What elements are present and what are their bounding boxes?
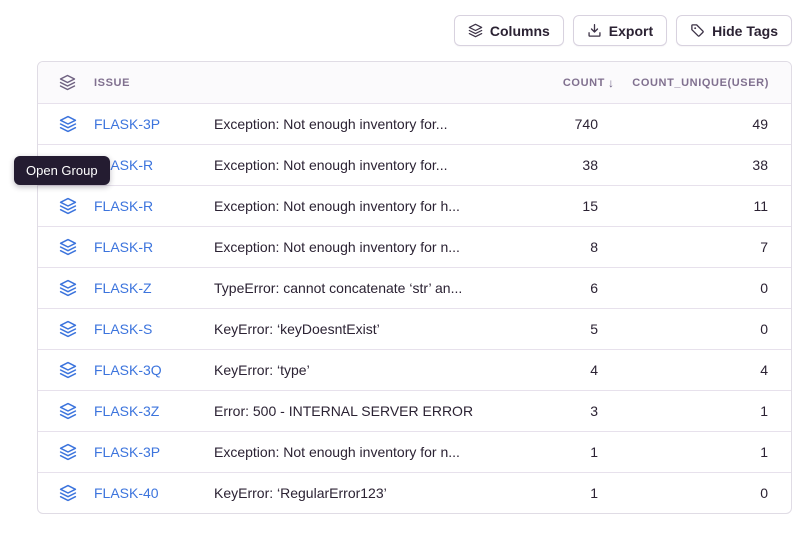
- toolbar: Columns Export Hide Tags: [454, 15, 792, 46]
- count-unique-value: 7: [614, 239, 791, 255]
- table-row: FLASK-R Exception: Not enough inventory …: [38, 185, 791, 226]
- issue-title: Exception: Not enough inventory for h...: [214, 198, 499, 214]
- open-group-icon[interactable]: [59, 279, 77, 297]
- open-group-tooltip: Open Group: [14, 156, 110, 185]
- table-row: FLASK-3Z Error: 500 - INTERNAL SERVER ER…: [38, 390, 791, 431]
- table-row: FLASK-R Exception: Not enough inventory …: [38, 226, 791, 267]
- open-group-icon[interactable]: [59, 238, 77, 256]
- count-unique-value: 49: [614, 116, 791, 132]
- issue-column-header[interactable]: ISSUE: [94, 77, 214, 89]
- open-group-icon[interactable]: [59, 115, 77, 133]
- issue-title: KeyError: ‘keyDoesntExist’: [214, 321, 499, 337]
- columns-button-label: Columns: [490, 23, 550, 39]
- count-value: 1: [499, 444, 614, 460]
- count-value: 1: [499, 485, 614, 501]
- issue-link[interactable]: FLASK-R: [94, 198, 214, 214]
- issue-title: KeyError: ‘RegularError123’: [214, 485, 499, 501]
- issue-title: Exception: Not enough inventory for n...: [214, 444, 499, 460]
- issue-link[interactable]: FLASK-3Z: [94, 403, 214, 419]
- export-button-label: Export: [609, 23, 653, 39]
- table-row: FLASK-3P Exception: Not enough inventory…: [38, 431, 791, 472]
- open-group-icon[interactable]: [59, 484, 77, 502]
- count-value: 6: [499, 280, 614, 296]
- issue-title: Exception: Not enough inventory for n...: [214, 239, 499, 255]
- issue-link[interactable]: FLASK-40: [94, 485, 214, 501]
- columns-stack-icon: [468, 23, 483, 38]
- count-value: 740: [499, 116, 614, 132]
- tag-icon: [690, 23, 705, 38]
- columns-button[interactable]: Columns: [454, 15, 564, 46]
- issue-title: Exception: Not enough inventory for...: [214, 116, 499, 132]
- open-group-icon[interactable]: [59, 320, 77, 338]
- count-value: 4: [499, 362, 614, 378]
- count-header-label: COUNT: [563, 77, 605, 89]
- issue-title: TypeError: cannot concatenate ‘str’ an..…: [214, 280, 499, 296]
- count-unique-value: 0: [614, 321, 791, 337]
- count-value: 15: [499, 198, 614, 214]
- issue-link[interactable]: FLASK-R: [94, 239, 214, 255]
- count-unique-value: 0: [614, 280, 791, 296]
- open-group-icon[interactable]: [59, 197, 77, 215]
- table-row: FLASK-3P Exception: Not enough inventory…: [38, 103, 791, 144]
- table-header-row: ISSUE COUNT ↓ COUNT_UNIQUE(USER): [38, 62, 791, 103]
- issue-title: KeyError: ‘type’: [214, 362, 499, 378]
- issue-link[interactable]: FLASK-3Q: [94, 362, 214, 378]
- issue-link[interactable]: FLASK-S: [94, 321, 214, 337]
- issue-link[interactable]: FLASK-Z: [94, 280, 214, 296]
- issue-link[interactable]: FLASK-3P: [94, 444, 214, 460]
- issue-link[interactable]: FLASK-R: [94, 157, 214, 173]
- table-row: FLASK-R Exception: Not enough inventory …: [38, 144, 791, 185]
- issues-table: ISSUE COUNT ↓ COUNT_UNIQUE(USER) FLASK-3…: [37, 61, 792, 514]
- count-unique-value: 0: [614, 485, 791, 501]
- count-value: 5: [499, 321, 614, 337]
- count-value: 3: [499, 403, 614, 419]
- count-unique-column-header[interactable]: COUNT_UNIQUE(USER): [614, 77, 791, 89]
- layers-icon: [59, 74, 76, 91]
- table-row: FLASK-S KeyError: ‘keyDoesntExist’ 5 0: [38, 308, 791, 349]
- open-group-icon[interactable]: [59, 443, 77, 461]
- export-download-icon: [587, 23, 602, 38]
- issue-title: Exception: Not enough inventory for...: [214, 157, 499, 173]
- issue-title: Error: 500 - INTERNAL SERVER ERROR: [214, 403, 499, 419]
- table-row: FLASK-40 KeyError: ‘RegularError123’ 1 0: [38, 472, 791, 513]
- issue-link[interactable]: FLASK-3P: [94, 116, 214, 132]
- export-button[interactable]: Export: [573, 15, 667, 46]
- table-row: FLASK-Z TypeError: cannot concatenate ‘s…: [38, 267, 791, 308]
- count-unique-value: 1: [614, 444, 791, 460]
- count-column-header[interactable]: COUNT ↓: [499, 76, 614, 90]
- table-row: FLASK-3Q KeyError: ‘type’ 4 4: [38, 349, 791, 390]
- count-unique-value: 4: [614, 362, 791, 378]
- open-group-icon[interactable]: [59, 361, 77, 379]
- count-unique-value: 1: [614, 403, 791, 419]
- header-icon-cell: [38, 74, 94, 91]
- count-unique-value: 11: [614, 198, 791, 214]
- count-unique-value: 38: [614, 157, 791, 173]
- count-value: 38: [499, 157, 614, 173]
- count-value: 8: [499, 239, 614, 255]
- open-group-icon[interactable]: [59, 402, 77, 420]
- hide-tags-button[interactable]: Hide Tags: [676, 15, 792, 46]
- hide-tags-button-label: Hide Tags: [712, 23, 778, 39]
